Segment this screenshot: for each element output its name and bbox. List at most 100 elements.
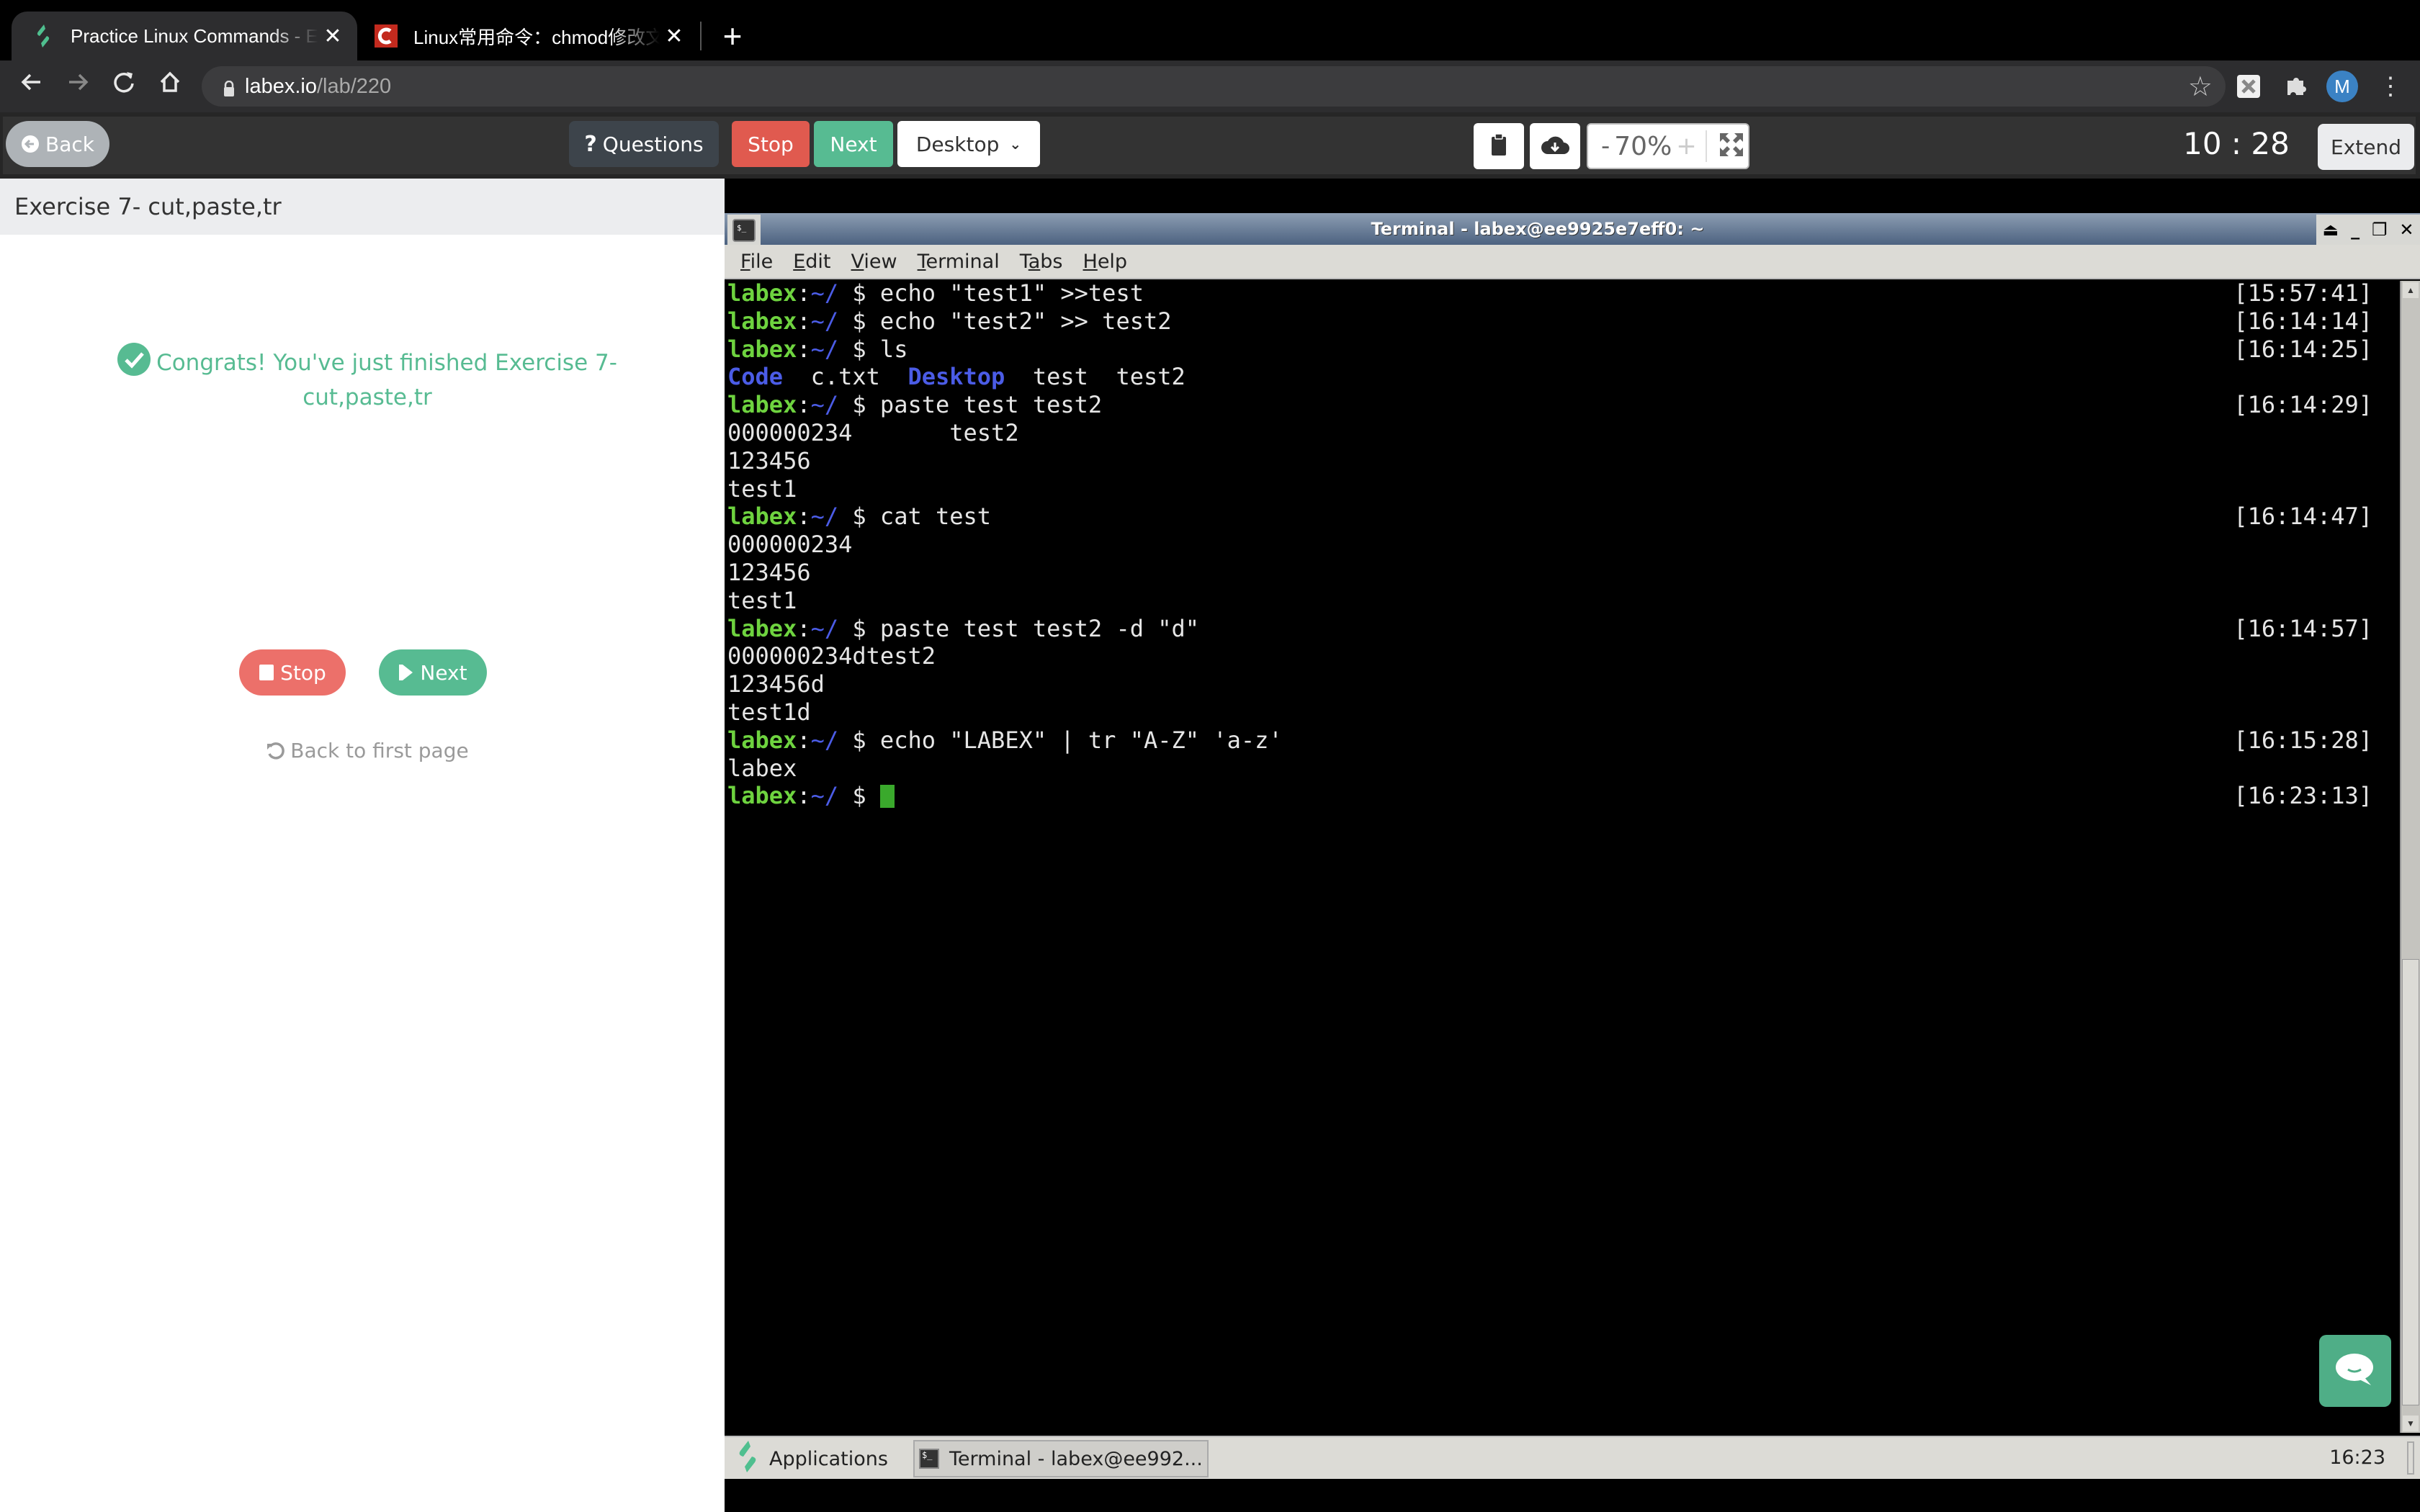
terminal-scrollbar[interactable]: ▲ ▼ <box>2400 281 2420 1433</box>
divider <box>1705 130 1707 162</box>
stop-square-icon <box>259 664 274 681</box>
ls-gap <box>880 363 908 390</box>
ls-directory: Desktop <box>908 363 1005 391</box>
terminal-line: Code c.txt Desktop test test2 <box>725 363 2400 391</box>
prompt-symbol: $ <box>838 503 880 531</box>
check-circle-icon <box>117 343 151 376</box>
menu-edit[interactable]: Edit <box>793 251 830 273</box>
zoom-out-button[interactable]: - <box>1601 132 1610 161</box>
command-timestamp: [16:23:13] <box>2233 782 2372 810</box>
command-text: paste test test2 <box>879 391 1103 419</box>
fullscreen-icon[interactable] <box>1718 132 1744 161</box>
command-text: ls <box>879 335 908 363</box>
terminal-line: 000000234dtest2 <box>725 642 2400 670</box>
tab-practice-linux[interactable]: Practice Linux Commands - Exercise 7- cu… <box>12 12 357 60</box>
shade-icon[interactable]: ⏏ <box>2322 220 2339 240</box>
prompt-colon: : <box>797 503 811 531</box>
reload-icon[interactable] <box>107 69 141 104</box>
terminal-output[interactable]: labex:~/ $ echo "test1" >>test [15:57:41]… <box>725 279 2400 1433</box>
taskbar-terminal-task[interactable]: $_ Terminal - labex@ee992... <box>913 1440 1209 1477</box>
terminal-line: 123456d <box>725 670 2400 698</box>
maximize-icon[interactable]: ❐ <box>2372 220 2388 240</box>
menu-help[interactable]: Help <box>1083 251 1128 273</box>
cursor-block <box>879 785 895 809</box>
url-path: /lab/220 <box>316 74 392 98</box>
tab-linux-chmod[interactable]: Linux常用命令：chmod修改文件权限 ✕ <box>367 12 699 60</box>
applications-menu[interactable]: Applications <box>738 1440 888 1477</box>
terminal-line: labex:~/ $ echo "LABEX" | tr "A-Z" 'a-z'… <box>725 726 2400 755</box>
chevron-down-icon: ⌄ <box>1009 135 1022 153</box>
back-label: Back <box>45 132 94 156</box>
questions-button[interactable]: ? Questions <box>569 121 719 167</box>
download-button[interactable] <box>1530 123 1580 169</box>
terminal-line: labex:~/ $ paste test test2 [16:14:29] <box>725 391 2400 419</box>
output-text: 000000234dtest2 <box>727 642 936 670</box>
command-timestamp: [15:57:41] <box>2233 279 2372 307</box>
prompt-user: labex <box>727 782 797 810</box>
chat-support-button[interactable] <box>2319 1335 2391 1407</box>
terminal-line: test1d <box>725 698 2400 726</box>
stop-button[interactable]: Stop <box>732 121 810 167</box>
menu-tabs[interactable]: Tabs <box>1020 251 1063 273</box>
prompt-colon: : <box>797 726 811 754</box>
back-to-first-page-link[interactable]: Back to first page <box>259 739 475 762</box>
labex-leaf-icon <box>738 1440 758 1477</box>
zoom-control: - 70% + <box>1587 123 1749 169</box>
taskbar-clock: 16:23 <box>2329 1446 2385 1469</box>
cloud-download-icon <box>1541 134 1569 159</box>
output-text: test1 <box>727 474 797 503</box>
back-button[interactable]: Back <box>6 121 109 167</box>
browser-nav-row: labex.io/lab/220 ☆ <box>0 60 2420 112</box>
menu-terminal[interactable]: Terminal <box>918 251 1000 273</box>
tab-close-icon[interactable]: ✕ <box>318 24 347 49</box>
prompt-colon: : <box>797 391 811 419</box>
menu-view[interactable]: View <box>851 251 897 273</box>
menu-mnemonic: E <box>793 250 806 273</box>
command-timestamp: [16:14:14] <box>2233 307 2372 335</box>
command-text: echo "test1" >>test <box>879 279 1144 307</box>
forward-arrow-icon[interactable] <box>60 69 95 104</box>
terminal-window-title: Terminal - labex@ee9925e7eff0: ~ <box>1371 219 1705 239</box>
next-label: Next <box>420 660 467 685</box>
zoom-in-button[interactable]: + <box>1676 132 1697 161</box>
terminal-line: test1 <box>725 475 2400 503</box>
bookmark-star-icon[interactable]: ☆ <box>2188 71 2213 103</box>
close-icon[interactable]: ✕ <box>2399 220 2414 240</box>
minimize-icon[interactable]: _ <box>2351 220 2360 240</box>
terminal-app-icon[interactable]: $_ <box>727 215 761 246</box>
chat-bubble-icon <box>2335 1352 2375 1390</box>
menu-file[interactable]: File <box>740 251 773 273</box>
arrow-circle-left-icon <box>21 135 40 153</box>
output-text: 123456 <box>727 558 811 586</box>
command-timestamp: [16:14:25] <box>2233 335 2372 363</box>
back-arrow-icon[interactable] <box>14 69 49 104</box>
browser-tab-strip: Practice Linux Commands - Exercise 7- cu… <box>0 0 2420 60</box>
panel-handle[interactable] <box>2407 1441 2414 1475</box>
scroll-up-icon[interactable]: ▲ <box>2403 282 2419 298</box>
output-text: test1 <box>727 586 797 614</box>
home-icon[interactable] <box>153 69 187 104</box>
extension-icon[interactable] <box>2233 71 2264 102</box>
output-text: 123456d <box>727 670 825 698</box>
stop-lab-button[interactable]: Stop <box>239 649 346 696</box>
command-text: paste test test2 -d "d" <box>879 614 1200 642</box>
command-text: echo "test2" >> test2 <box>879 307 1172 335</box>
new-tab-button[interactable]: + <box>717 16 748 56</box>
window-controls: ⏏ _ ❐ ✕ <box>2316 215 2420 245</box>
address-bar[interactable]: labex.io/lab/220 ☆ <box>202 66 2226 107</box>
browser-menu-icon[interactable]: ⋮ <box>2378 69 2403 104</box>
ls-file: test2 <box>1116 363 1186 391</box>
scrollbar-thumb[interactable] <box>2402 959 2419 1405</box>
tab-close-icon[interactable]: ✕ <box>660 24 689 49</box>
profile-avatar[interactable]: M <box>2326 71 2358 102</box>
extend-button[interactable]: Extend <box>2318 124 2414 170</box>
next-exercise-button[interactable]: Next <box>379 649 487 696</box>
congrats-message: Congrats! You've just finished Exercise … <box>108 343 627 415</box>
scroll-down-icon[interactable]: ▼ <box>2403 1416 2419 1431</box>
clipboard-button[interactable] <box>1474 123 1524 169</box>
terminal-line: 000000234 test2 <box>725 419 2400 447</box>
next-button[interactable]: Next <box>814 121 893 167</box>
zoom-level: 70% <box>1614 131 1672 161</box>
view-select[interactable]: Desktop ⌄ <box>897 121 1040 167</box>
extensions-puzzle-icon[interactable] <box>2280 71 2312 102</box>
